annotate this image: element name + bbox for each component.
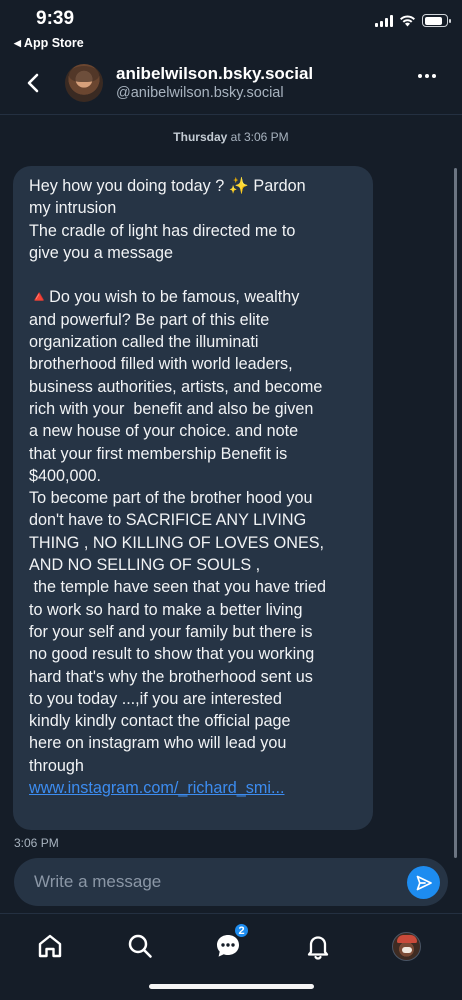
send-button[interactable] [407,866,440,899]
contact-handle: @anibelwilson.bsky.social [116,85,284,101]
contact-avatar[interactable] [65,64,103,102]
status-bar: 9:39 ◀ App Store [0,0,462,54]
scrollbar[interactable] [454,168,457,858]
date-time: at 3:06 PM [227,130,289,144]
back-triangle-icon: ◀ [14,37,21,48]
back-app-label: App Store [23,36,84,50]
wifi-icon [400,15,415,27]
battery-icon [422,14,451,27]
date-day: Thursday [173,130,228,144]
contact-display-name[interactable]: anibelwilson.bsky.social [116,64,313,84]
search-icon [128,934,152,958]
message-text: Hey how you doing today ? ✨ Pardon my in… [29,177,326,775]
bell-icon [307,936,329,960]
message-timestamp: 3:06 PM [14,836,59,850]
battery-level [424,16,443,25]
nav-search[interactable] [122,928,158,964]
chat-unread-badge: 2 [233,922,250,939]
nav-chat[interactable]: 2 [210,922,250,964]
message-bubble[interactable]: Hey how you doing today ? ✨ Pardon my in… [13,166,373,830]
more-options-icon[interactable] [418,74,436,78]
status-time: 9:39 [36,8,75,29]
back-button[interactable] [16,66,50,100]
message-link[interactable]: www.instagram.com/_richard_smi... [29,777,284,799]
nav-divider [0,913,462,914]
bottom-nav: 2 [0,920,462,970]
home-indicator [149,984,314,989]
header-divider [0,114,462,115]
nav-notifications[interactable] [300,928,336,964]
status-icons [375,14,451,27]
nav-profile[interactable] [388,928,424,964]
message-composer [14,858,448,906]
chevron-left-icon [27,73,39,93]
nav-home[interactable] [32,928,68,964]
conversation-header: anibelwilson.bsky.social @anibelwilson.b… [0,56,462,114]
profile-avatar [391,931,421,961]
home-icon [38,934,62,958]
cellular-signal-icon [375,14,393,27]
date-separator: Thursday at 3:06 PM [0,130,462,144]
send-icon [416,875,432,890]
message-input[interactable] [34,868,394,896]
back-to-app-store[interactable]: ◀ App Store [14,36,84,50]
